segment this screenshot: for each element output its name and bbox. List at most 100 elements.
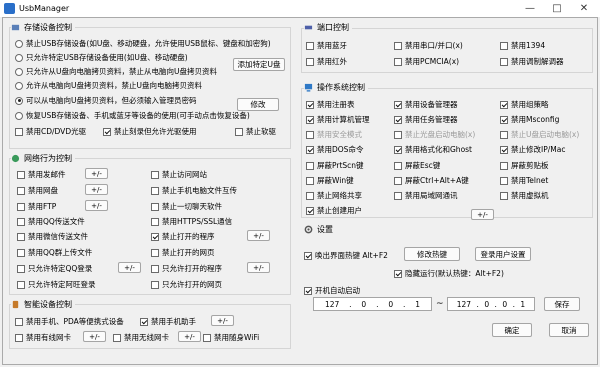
checkbox[interactable] (500, 191, 508, 200)
ip-from-input[interactable]: 127. 0. 0. 1 (313, 297, 432, 311)
checkbox[interactable] (15, 333, 23, 342)
network-more-button[interactable]: +/- (85, 200, 108, 211)
checkbox[interactable] (151, 232, 159, 241)
system-item[interactable]: 禁止网络共享 (306, 190, 362, 201)
checkbox[interactable] (17, 264, 25, 273)
system-item[interactable]: 屏蔽Win键 (306, 175, 354, 186)
checkbox[interactable] (15, 127, 23, 136)
close-button[interactable]: ✕ (570, 0, 598, 17)
smart-more-button[interactable]: +/- (211, 315, 234, 326)
network-right-item[interactable]: 禁用HTTPS/SSL通信 (151, 216, 232, 227)
checkbox[interactable] (306, 57, 314, 66)
network-right-item[interactable]: 只允许打开的网页 (151, 279, 222, 290)
network-left-item[interactable]: 只允许特定QQ登录 (17, 263, 92, 274)
system-item[interactable]: 禁用Telnet (500, 175, 548, 186)
network-left-item[interactable]: 禁用QQ传送文件 (17, 216, 85, 227)
network-more-button[interactable]: +/- (118, 262, 141, 273)
checkbox[interactable] (17, 232, 25, 241)
checkbox[interactable] (203, 333, 211, 342)
checkbox[interactable] (17, 217, 25, 226)
network-more-button[interactable]: +/- (85, 184, 108, 195)
network-left-item[interactable]: 禁用QQ群上传文件 (17, 247, 92, 258)
port-item[interactable]: 禁用串口/并口(x) (394, 40, 463, 51)
storage-option[interactable]: 只允许特定USB存储设备使用(如U盘、移动硬盘) (15, 52, 188, 63)
system-item[interactable]: 禁用虚拟机 (500, 190, 549, 201)
radio-button[interactable] (15, 53, 23, 62)
system-item[interactable]: 禁用格式化和Ghost (394, 144, 472, 155)
network-right-item[interactable]: 禁止一切聊天软件 (151, 201, 222, 212)
network-right-item[interactable]: 禁止访问网站 (151, 169, 207, 180)
checkbox[interactable] (500, 100, 508, 109)
storage-option[interactable]: 只允许从U盘向电脑拷贝资料，禁止从电脑向U盘拷贝资料 (15, 66, 217, 77)
port-item[interactable]: 禁用调制解调器 (500, 56, 564, 67)
network-right-item[interactable]: 禁止手机电脑文件互传 (151, 185, 237, 196)
port-item[interactable]: 禁用PCMCIA(x) (394, 56, 459, 67)
checkbox[interactable] (306, 115, 314, 124)
checkbox[interactable] (151, 264, 159, 273)
cancel-button[interactable]: 取消 (549, 323, 589, 337)
maximize-button[interactable]: □ (543, 0, 571, 17)
smart-item[interactable]: 禁用有线网卡 (15, 332, 71, 343)
storage-check[interactable]: 禁止刻录但允许光驱使用 (103, 126, 197, 137)
smart-more-button[interactable]: +/- (83, 331, 106, 342)
modify-password-button[interactable]: 修改 (237, 98, 279, 111)
minimize-button[interactable]: — (516, 0, 544, 17)
system-item[interactable]: 禁用Msconfig (500, 114, 559, 125)
checkbox[interactable] (500, 176, 508, 185)
checkbox[interactable] (306, 161, 314, 170)
system-item[interactable]: 屏蔽PrtScn键 (306, 160, 364, 171)
storage-option[interactable]: 可以从电脑向U盘拷贝资料，但必须输入管理员密码 (15, 95, 197, 106)
hotkey-checkbox[interactable] (304, 251, 312, 260)
system-item[interactable]: 禁止修改IP/Mac (500, 144, 565, 155)
network-left-item[interactable]: 禁用FTP (17, 201, 56, 212)
modify-hotkey-button[interactable]: 修改热键 (404, 247, 460, 261)
hotkey-row[interactable]: 唤出界面热键 Alt+F2 (304, 250, 388, 261)
radio-button[interactable] (15, 39, 23, 48)
system-item[interactable]: 禁用局域网通讯 (394, 190, 458, 201)
checkbox[interactable] (151, 280, 159, 289)
smart-item[interactable]: 禁用手机助手 (140, 316, 196, 327)
checkbox[interactable] (151, 170, 159, 179)
radio-button[interactable] (15, 111, 23, 120)
checkbox[interactable] (235, 127, 243, 136)
port-item[interactable]: 禁用红外 (306, 56, 347, 67)
network-right-item[interactable]: 禁止打开的程序 (151, 231, 215, 242)
storage-option[interactable]: 禁止USB存储设备(如U盘、移动硬盘，允许使用USB鼠标、键盘和加密狗) (15, 38, 271, 49)
checkbox[interactable] (394, 100, 402, 109)
checkbox[interactable] (394, 191, 402, 200)
storage-option[interactable]: 恢复USB存储设备、手机或蓝牙等设备的使用(可手动点击恢复设备) (15, 110, 250, 121)
port-item[interactable]: 禁用1394 (500, 40, 545, 51)
checkbox[interactable] (500, 57, 508, 66)
checkbox[interactable] (15, 317, 23, 326)
system-item[interactable]: 禁用DOS命令 (306, 144, 363, 155)
network-left-item[interactable]: 禁用微信传送文件 (17, 231, 88, 242)
checkbox[interactable] (17, 202, 25, 211)
storage-check[interactable]: 禁用CD/DVD光驱 (15, 126, 86, 137)
system-item[interactable]: 屏蔽剪贴板 (500, 160, 549, 171)
network-left-item[interactable]: 禁用网盘 (17, 185, 58, 196)
checkbox[interactable] (394, 130, 402, 139)
add-usb-button[interactable]: 添加特定U盘 (233, 58, 285, 71)
checkbox[interactable] (394, 115, 402, 124)
checkbox[interactable] (306, 145, 314, 154)
checkbox[interactable] (17, 186, 25, 195)
port-item[interactable]: 禁用蓝牙 (306, 40, 347, 51)
system-item[interactable]: 禁用组策略 (500, 99, 549, 110)
lan-more-button[interactable]: +/- (471, 209, 494, 220)
network-right-item[interactable]: 禁止打开的网页 (151, 247, 215, 258)
ip-to-input[interactable]: 127. 0. 0. 1 (447, 297, 535, 311)
checkbox[interactable] (500, 130, 508, 139)
checkbox[interactable] (306, 130, 314, 139)
checkbox[interactable] (500, 161, 508, 170)
system-item[interactable]: 禁止光盘启动电脑(x) (394, 129, 475, 140)
checkbox[interactable] (394, 41, 402, 50)
autostart-row[interactable]: 开机自动启动 (304, 285, 360, 296)
network-more-button[interactable]: +/- (247, 230, 270, 241)
checkbox[interactable] (306, 206, 314, 215)
storage-check[interactable]: 禁止软驱 (235, 126, 276, 137)
checkbox[interactable] (113, 333, 121, 342)
checkbox[interactable] (17, 280, 25, 289)
autostart-checkbox[interactable] (304, 286, 312, 295)
storage-option[interactable]: 允许从电脑向U盘拷贝资料，禁止U盘向电脑拷贝资料 (15, 80, 202, 91)
ok-button[interactable]: 确定 (492, 323, 532, 337)
